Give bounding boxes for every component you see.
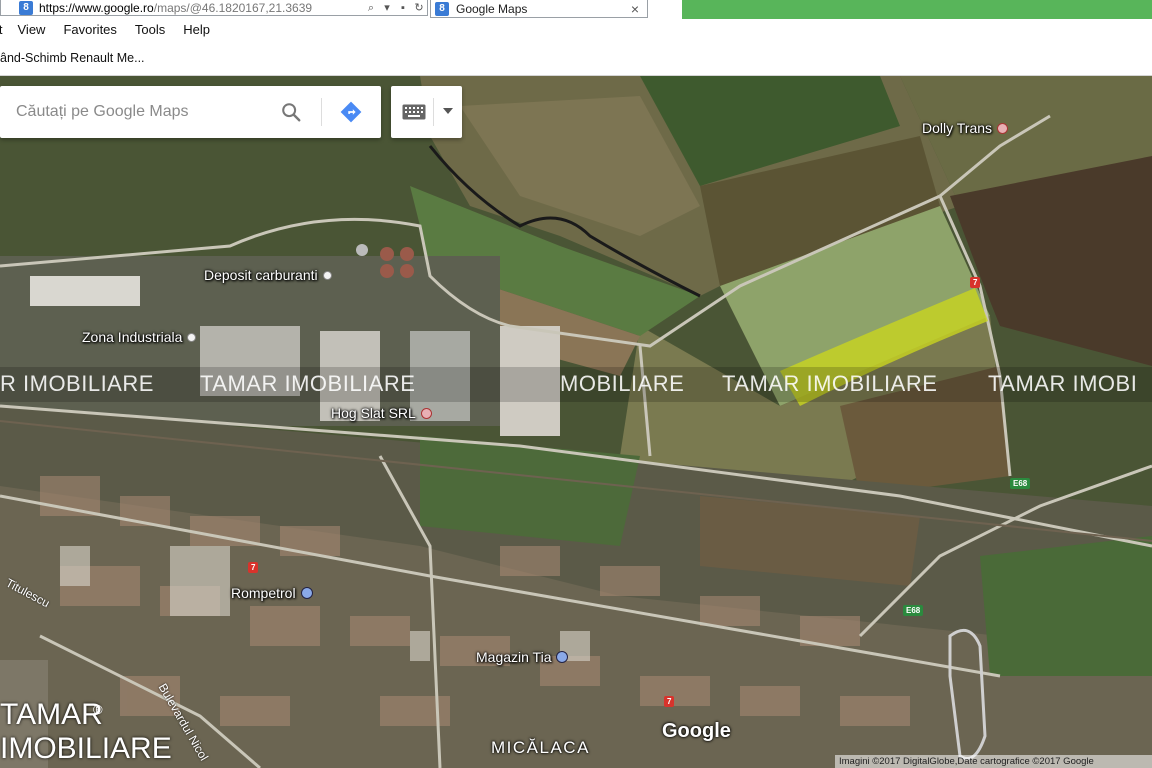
menu-item-edit[interactable]: it (0, 22, 3, 42)
brand-registered-mark: ® (93, 702, 103, 717)
poi-magazin-tia[interactable]: Magazin Tia (476, 649, 569, 665)
tab-close-icon[interactable]: × (627, 1, 643, 17)
road-shield-7: 7 (664, 696, 675, 707)
menu-item-view[interactable]: View (18, 22, 46, 42)
satellite-imagery (0, 76, 1152, 768)
map-attribution[interactable]: Imagini ©2017 DigitalGlobe,Date cartogra… (835, 755, 1152, 768)
watermark-text: TAMAR IMOBI (988, 371, 1138, 396)
input-tools-box (391, 86, 462, 138)
dropdown-icon[interactable]: ▾ (379, 1, 395, 15)
poi-dolly-trans[interactable]: Dolly Trans (922, 120, 1009, 136)
google-favicon-icon: 8 (19, 0, 33, 15)
menu-item-tools[interactable]: Tools (135, 22, 165, 42)
poi-marker-icon (322, 270, 332, 280)
address-bar[interactable]: 8 https://www.google.ro/maps/@46.1820167… (0, 0, 428, 16)
poi-label: Hog Slat SRL (331, 405, 416, 421)
road-shield-7: 7 (248, 562, 259, 573)
search-icon-small[interactable]: ⌕ (363, 1, 379, 15)
poi-label: Magazin Tia (476, 649, 552, 665)
tab-strip-background (682, 0, 1152, 19)
poi-label: Deposit carburanti (204, 267, 318, 283)
poi-hog-slat[interactable]: Hog Slat SRL (331, 405, 432, 421)
tab-title: Google Maps (456, 1, 528, 16)
favorites-item[interactable]: ând-Schimb Renault Me... (0, 51, 145, 65)
search-icon[interactable] (280, 101, 302, 123)
menu-item-help[interactable]: Help (183, 22, 210, 42)
directions-icon[interactable] (340, 101, 362, 123)
shop-icon (556, 651, 569, 663)
map-canvas[interactable] (0, 76, 1152, 768)
watermark-text: MOBILIARE (560, 371, 685, 396)
browser-chrome: 8 https://www.google.ro/maps/@46.1820167… (0, 0, 1152, 76)
url-host: https://www.google.ro (39, 0, 154, 15)
search-input[interactable] (16, 103, 278, 121)
poi-marker-icon (187, 332, 197, 342)
watermark-text: TAMAR IMOBILIARE (200, 371, 416, 396)
poi-label: Dolly Trans (922, 120, 993, 136)
menu-bar: it View Favorites Tools Help (0, 22, 228, 42)
road-shield-e68: E68 (1010, 478, 1031, 489)
tab-google-maps[interactable]: 8 Google Maps × (430, 0, 648, 18)
neighborhood-label: MICĂLACA (491, 738, 590, 757)
watermark-text: TAMAR IMOBILIARE (722, 371, 938, 396)
google-logo: Google (662, 720, 731, 742)
divider (433, 98, 434, 126)
chevron-down-icon[interactable] (443, 108, 453, 114)
gas-station-icon (300, 587, 313, 599)
road-shield-7: 7 (970, 277, 981, 288)
poi-label: Rompetrol (231, 585, 296, 601)
brand-name: TAMAR (0, 698, 103, 731)
keyboard-icon[interactable] (402, 104, 426, 120)
divider (321, 98, 322, 126)
menu-item-favorites[interactable]: Favorites (63, 22, 116, 42)
refresh-icon[interactable]: ↻ (411, 1, 427, 15)
road-shield-e68: E68 (903, 605, 924, 616)
poi-label: Zona Industriala (82, 329, 183, 345)
poi-marker-icon (420, 407, 432, 419)
google-favicon-icon: 8 (435, 1, 449, 16)
poi-rompetrol[interactable]: Rompetrol (231, 585, 313, 601)
url-path: /maps/@46.1820167,21.3639 (153, 0, 313, 15)
poi-marker-icon (997, 122, 1009, 134)
url-text[interactable]: https://www.google.ro/maps/@46.1820167,2… (39, 1, 363, 15)
lock-icon[interactable]: ▪ (395, 1, 411, 15)
search-box (0, 86, 381, 138)
watermark-text: R IMOBILIARE (0, 371, 154, 396)
brand-subtitle: IMOBILIARE (0, 732, 172, 765)
poi-deposit-carburanti[interactable]: Deposit carburanti (204, 267, 332, 283)
poi-zona-industriala[interactable]: Zona Industriala (82, 329, 197, 345)
